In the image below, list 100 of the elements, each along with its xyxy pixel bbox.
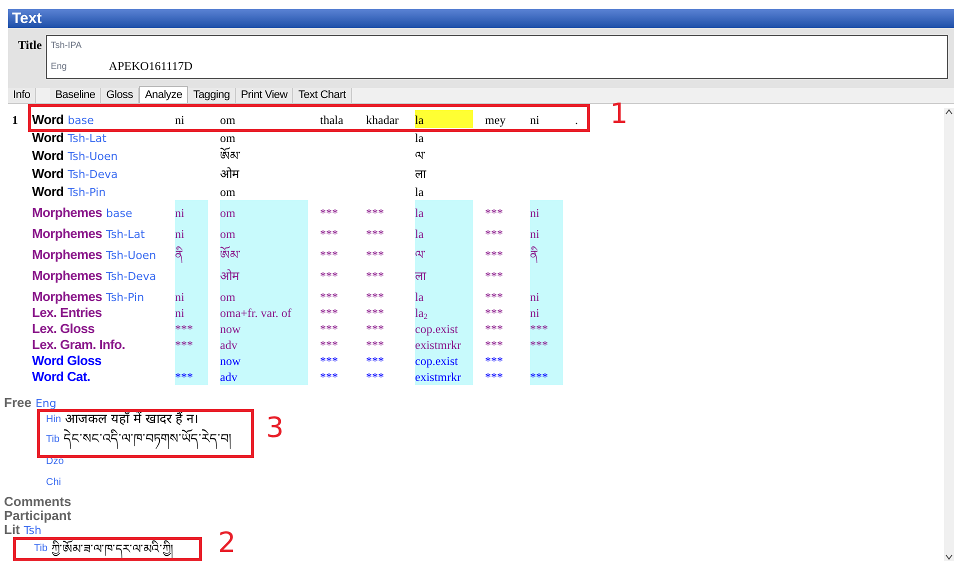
- writing-system-label: Tsh-Pin: [68, 186, 106, 200]
- segment-number: 1: [12, 113, 18, 127]
- word-cell-text: ***: [485, 321, 504, 337]
- word-cell: cop.exist: [415, 321, 473, 337]
- literal-label: Lit: [4, 522, 20, 538]
- word-cell-text: ***: [485, 305, 504, 321]
- word-cell-text: ***: [320, 337, 339, 353]
- tab[interactable]: Baseline: [50, 88, 102, 103]
- word-cell-text: thala: [320, 112, 344, 128]
- word-cell-text: ***: [366, 226, 385, 242]
- word-cell-text: ***: [485, 226, 504, 242]
- word-cell-text: ***: [320, 226, 339, 242]
- word-cell: adv: [220, 337, 308, 353]
- title-field[interactable]: Tsh-IPA Eng APEKO161117D: [46, 35, 948, 79]
- writing-system-label: Tib: [46, 434, 60, 447]
- word-cell-text: ཨོམ་: [220, 146, 242, 164]
- word-cell-text: ***: [366, 289, 385, 305]
- word-cell-text: ***: [485, 369, 504, 385]
- line-label: Word Gloss: [32, 352, 102, 369]
- line-label: Morphemes: [32, 226, 102, 242]
- writing-system-label: Hin: [46, 414, 62, 427]
- word-cell: ***: [175, 369, 208, 385]
- word-cell: ***: [530, 337, 563, 353]
- literal-translation: ཀྱི་ཨོམ་ཟ་ལ་ཁ་དར་ལ་མའི་ཀྱི།: [52, 542, 174, 556]
- word-cell-text: ***: [320, 369, 339, 385]
- word-cell-text: ni: [175, 112, 186, 128]
- free-translation: आजकल यहाँ में खादर हैं न।: [65, 412, 199, 429]
- word-cell: la: [415, 110, 473, 128]
- line-label: Word: [32, 166, 64, 182]
- writing-system-label: Tsh-Lat: [68, 132, 106, 146]
- word-cell-text: ओम: [220, 166, 240, 182]
- writing-system-label: Tsh-Uoen: [68, 150, 118, 164]
- title-value: APEKO161117D: [108, 58, 193, 76]
- word-cell-text: ***: [485, 205, 504, 221]
- tab[interactable]: Tagging: [188, 88, 236, 103]
- word-cell-text: la: [415, 130, 425, 146]
- tab[interactable]: Text Chart: [293, 88, 352, 103]
- word-cell-text: ***: [320, 353, 339, 369]
- word-cell-text: ***: [485, 337, 504, 353]
- word-cell-text: la: [415, 184, 425, 200]
- word-cell-text: ***: [320, 205, 339, 221]
- tab[interactable]: Info: [8, 88, 36, 103]
- word-cell: ला: [415, 263, 473, 284]
- word-cell: ལ་: [415, 242, 473, 263]
- word-cell: ***: [530, 369, 563, 385]
- writing-system-label: Tsh-Uoen: [106, 248, 156, 262]
- word-cell: ni: [175, 284, 208, 305]
- word-cell-text: ni: [530, 112, 540, 128]
- line-label: Lex. Gloss: [32, 320, 94, 337]
- word-cell: ***: [175, 321, 208, 337]
- word-cell-text: ***: [320, 305, 339, 321]
- word-cell-text: ***: [485, 289, 504, 305]
- tab[interactable]: Analyze: [139, 86, 188, 103]
- writing-system-label: Tsh-Deva: [68, 168, 118, 182]
- line-label: Word: [32, 112, 64, 128]
- scroll-down-icon[interactable]: [945, 553, 953, 561]
- word-cell: la: [415, 200, 473, 221]
- word-cell-text: om: [220, 184, 236, 200]
- word-cell-text: khadar: [366, 112, 400, 128]
- word-cell-text: ***: [366, 268, 385, 284]
- writing-system-label: Tsh-Pin: [106, 290, 144, 304]
- word-cell-text: om: [220, 130, 236, 146]
- writing-system-label: Tsh-Lat: [106, 228, 145, 242]
- word-cell-text: ***: [485, 353, 504, 369]
- title-label: Title: [18, 37, 42, 54]
- word-cell-text: ***: [485, 268, 504, 284]
- word-cell: ནི: [530, 242, 563, 263]
- callout-number: 3: [266, 414, 284, 442]
- word-cell-text: ***: [320, 247, 339, 263]
- scrollbar[interactable]: [944, 108, 954, 561]
- word-cell: ni: [175, 305, 208, 321]
- word-cell: ནི: [175, 242, 208, 263]
- word-cell-text: ***: [366, 369, 385, 385]
- line-label: Morphemes: [32, 288, 102, 305]
- tab[interactable]: Print View: [236, 88, 294, 103]
- word-cell: la$_{2}$: [415, 305, 473, 321]
- word-cell: ni: [175, 221, 208, 242]
- free-label: Free: [4, 395, 32, 412]
- writing-system-label: Chi: [46, 477, 62, 490]
- word-cell-text: ***: [366, 321, 385, 337]
- word-cell-text: ***: [366, 305, 385, 321]
- word-cell-text: ***: [366, 353, 385, 369]
- word-cell-text: ***: [320, 289, 339, 305]
- word-cell-text: om: [220, 112, 236, 128]
- writing-system-label: base: [106, 206, 132, 220]
- callout-number: 2: [218, 529, 236, 557]
- word-cell: existmrkr: [415, 337, 473, 353]
- word-cell: ni: [530, 305, 563, 321]
- word-cell-text: .: [575, 112, 579, 128]
- word-cell-text: ***: [366, 337, 385, 353]
- word-cell: ni: [530, 284, 563, 305]
- writing-system-label: Tsh-Deva: [106, 270, 156, 284]
- line-label: Word: [32, 184, 64, 200]
- scroll-up-icon[interactable]: [945, 108, 953, 116]
- word-cell-text: ***: [320, 321, 339, 337]
- word-cell-text: ལ་: [415, 148, 427, 164]
- tab[interactable]: Gloss: [101, 88, 139, 103]
- word-cell: la: [415, 221, 473, 242]
- comments-label: Comments: [4, 494, 72, 509]
- word-cell: ni: [175, 200, 208, 221]
